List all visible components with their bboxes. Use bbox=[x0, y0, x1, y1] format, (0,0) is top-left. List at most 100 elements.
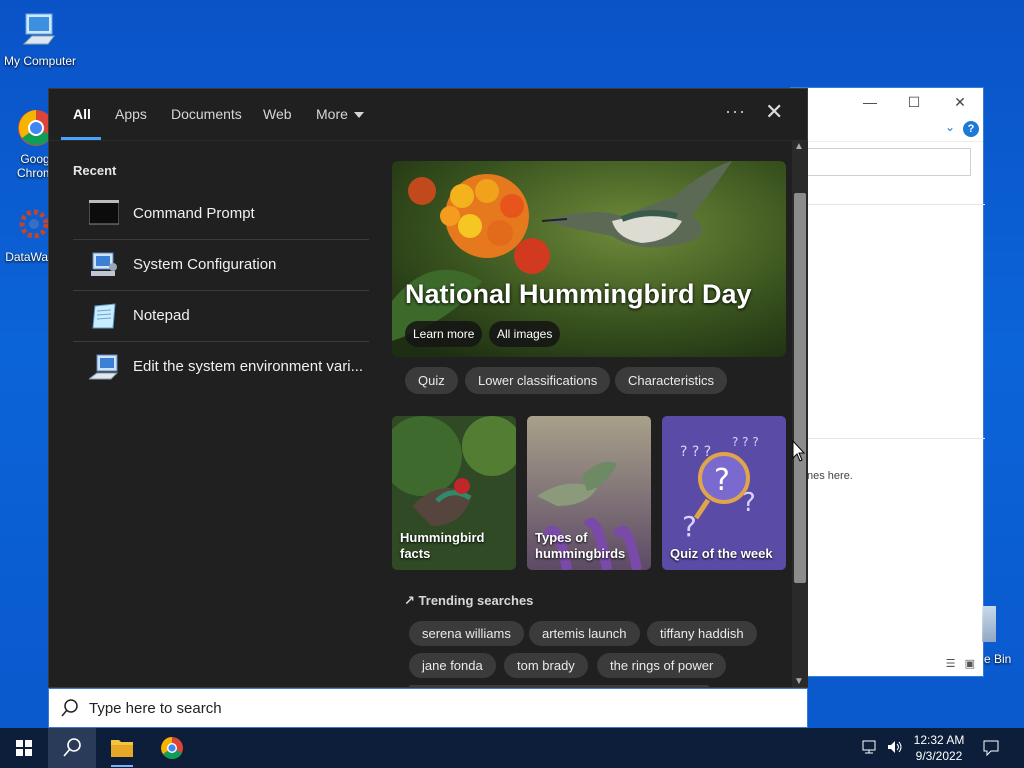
card-label-line: facts bbox=[400, 546, 431, 561]
divider bbox=[791, 204, 985, 205]
more-options-icon[interactable]: ··· bbox=[725, 101, 746, 122]
clock-time: 12:32 AM bbox=[913, 733, 965, 747]
taskbar: 12:32 AM 9/3/2022 bbox=[0, 728, 1024, 768]
trending-chip[interactable]: jane fonda bbox=[409, 653, 496, 678]
card-label-line: Types of bbox=[535, 530, 588, 545]
recent-list: Command Prompt System Configuration Note… bbox=[73, 189, 369, 393]
recent-item-notepad[interactable]: Notepad bbox=[73, 291, 369, 342]
minimize-icon[interactable]: — bbox=[855, 92, 885, 112]
card-label: Types of hummingbirds bbox=[535, 530, 625, 562]
gear-icon bbox=[10, 206, 50, 246]
card-hummingbird-facts[interactable]: Hummingbird facts bbox=[392, 416, 516, 570]
tab-web[interactable]: Web bbox=[263, 106, 292, 122]
search-panel: All Apps Documents Web More ··· ✕ Recent… bbox=[48, 88, 808, 689]
chip-quiz[interactable]: Quiz bbox=[405, 367, 458, 394]
explorer-titlebar[interactable]: — ☐ ✕ bbox=[791, 88, 983, 116]
trending-heading-label: Trending searches bbox=[418, 593, 534, 608]
trending-chip[interactable]: artemis launch bbox=[529, 621, 640, 646]
hero-title: National Hummingbird Day bbox=[405, 279, 752, 309]
explorer-address-bar[interactable] bbox=[791, 148, 971, 176]
folder-icon bbox=[111, 740, 133, 767]
search-input[interactable]: Type here to search bbox=[89, 700, 222, 717]
clock-date: 9/3/2022 bbox=[915, 749, 963, 763]
divider bbox=[791, 438, 985, 439]
card-label-line: Hummingbird bbox=[400, 530, 485, 545]
trending-chip[interactable]: the rings of power bbox=[597, 653, 727, 678]
mouse-cursor-icon bbox=[792, 439, 806, 467]
recent-item-label: System Configuration bbox=[133, 256, 277, 273]
search-tabs: All Apps Documents Web More ··· ✕ bbox=[49, 89, 807, 141]
recent-item-label: Command Prompt bbox=[133, 205, 255, 222]
chevron-down-icon[interactable]: ⌄ bbox=[945, 120, 955, 134]
recent-heading: Recent bbox=[73, 163, 117, 178]
learn-more-button[interactable]: Learn more bbox=[405, 321, 483, 347]
trending-chip[interactable]: tiffany haddish bbox=[647, 621, 757, 646]
card-label: Quiz of the week bbox=[670, 546, 773, 561]
taskbar-search-button[interactable] bbox=[48, 728, 96, 768]
scroll-down-icon[interactable]: ▼ bbox=[794, 676, 804, 687]
explorer-empty-text: nes here. bbox=[807, 470, 853, 482]
search-icon bbox=[61, 699, 79, 722]
recent-item-label: Notepad bbox=[133, 307, 190, 324]
card-label-line: hummingbirds bbox=[535, 546, 626, 561]
help-icon[interactable]: ? bbox=[963, 121, 979, 137]
cmd-icon bbox=[88, 199, 120, 228]
desktop-icon-my-computer[interactable]: My Computer bbox=[0, 10, 80, 68]
chevron-down-icon bbox=[353, 112, 364, 119]
search-box[interactable]: Type here to search bbox=[48, 688, 808, 728]
view-toggle[interactable]: ☰ ▣ bbox=[946, 657, 975, 670]
clock[interactable]: 12:32 AM 9/3/2022 bbox=[912, 732, 966, 768]
file-explorer-window[interactable]: — ☐ ✕ ⌄ ? nes here. ☰ ▣ bbox=[790, 87, 985, 677]
close-icon[interactable]: ✕ bbox=[945, 92, 975, 112]
sysprop-icon bbox=[87, 353, 119, 381]
explorer-ribbon: ⌄ ? bbox=[791, 116, 983, 142]
network-icon[interactable] bbox=[862, 739, 880, 768]
large-icons-view-icon[interactable]: ▣ bbox=[965, 658, 975, 670]
trending-chip[interactable]: serena williams bbox=[409, 621, 524, 646]
svg-text:?: ? bbox=[714, 463, 730, 498]
tab-more-label: More bbox=[316, 106, 348, 122]
close-icon[interactable]: ✕ bbox=[765, 99, 783, 125]
chip-characteristics[interactable]: Characteristics bbox=[615, 367, 727, 394]
trending-heading: ↗ Trending searches bbox=[404, 593, 533, 609]
notifications-icon[interactable] bbox=[982, 739, 1000, 768]
card-types-of-hummingbirds[interactable]: Types of hummingbirds bbox=[527, 416, 651, 570]
svg-text:? ? ?: ? ? ? bbox=[732, 435, 759, 449]
card-quiz-of-the-week[interactable]: ? ? ? ? ? ? ? ? ? Quiz of the week bbox=[662, 416, 786, 570]
active-tab-indicator bbox=[61, 137, 101, 140]
search-icon bbox=[63, 738, 81, 757]
recent-item-command-prompt[interactable]: Command Prompt bbox=[73, 189, 369, 240]
desktop-icon-label: My Computer bbox=[3, 54, 77, 68]
volume-icon[interactable] bbox=[886, 739, 904, 768]
svg-text:?: ? bbox=[682, 510, 697, 543]
scrollbar-thumb[interactable] bbox=[794, 193, 806, 583]
tab-more[interactable]: More bbox=[316, 106, 364, 122]
chrome-icon bbox=[161, 737, 183, 759]
chip-lower-classifications[interactable]: Lower classifications bbox=[465, 367, 611, 394]
svg-text:? ? ?: ? ? ? bbox=[680, 444, 711, 460]
card-label: Hummingbird facts bbox=[400, 530, 485, 562]
start-button[interactable] bbox=[0, 728, 48, 768]
msconfig-icon bbox=[89, 251, 119, 279]
notepad-icon bbox=[89, 302, 119, 330]
recycle-bin-icon[interactable] bbox=[982, 606, 996, 642]
trending-arrow-icon: ↗ bbox=[404, 593, 415, 608]
windows-logo-icon bbox=[16, 740, 32, 756]
all-images-button[interactable]: All images bbox=[489, 321, 561, 347]
tab-apps[interactable]: Apps bbox=[115, 106, 147, 122]
tab-all[interactable]: All bbox=[73, 106, 91, 122]
recent-item-label: Edit the system environment vari... bbox=[133, 358, 364, 375]
recycle-bin-label[interactable]: e Bin bbox=[984, 652, 1011, 666]
tab-documents[interactable]: Documents bbox=[171, 106, 242, 122]
maximize-icon[interactable]: ☐ bbox=[899, 92, 929, 112]
computer-icon bbox=[20, 10, 60, 50]
trending-chip[interactable]: tom brady bbox=[504, 653, 588, 678]
scrollbar[interactable]: ▲ ▼ bbox=[792, 141, 808, 687]
recent-item-system-configuration[interactable]: System Configuration bbox=[73, 240, 369, 291]
taskbar-file-explorer[interactable] bbox=[98, 728, 146, 768]
hero-card[interactable]: National Hummingbird Day Learn more All … bbox=[392, 161, 786, 357]
recent-item-environment-variables[interactable]: Edit the system environment vari... bbox=[73, 342, 369, 393]
taskbar-chrome[interactable] bbox=[148, 728, 196, 768]
details-view-icon[interactable]: ☰ bbox=[946, 658, 956, 670]
scroll-up-icon[interactable]: ▲ bbox=[794, 141, 804, 152]
